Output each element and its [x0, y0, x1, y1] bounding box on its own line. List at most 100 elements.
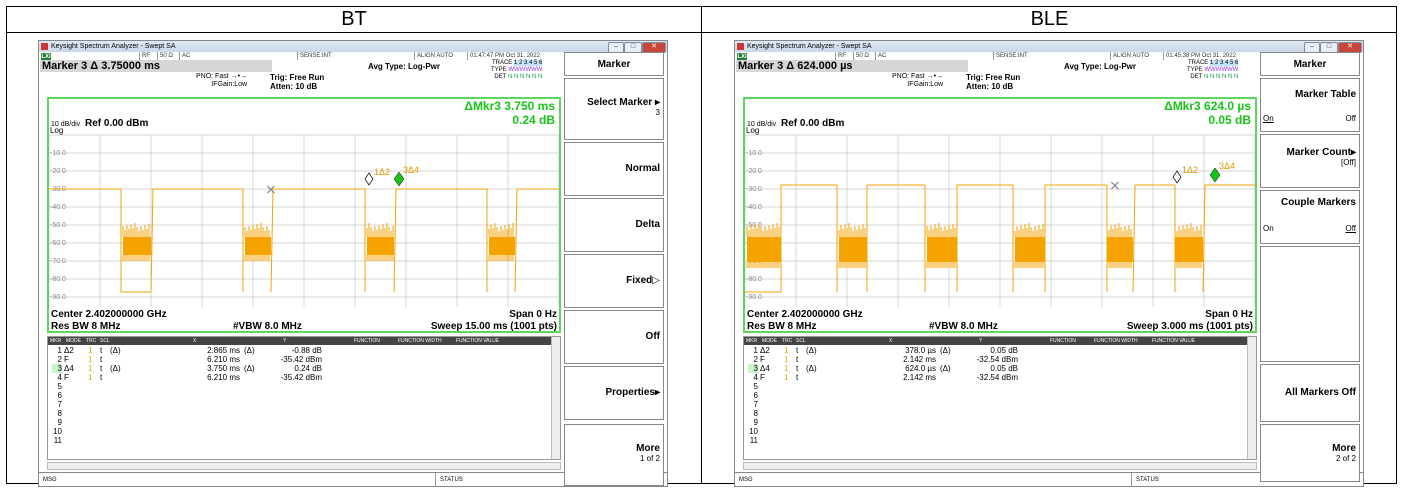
y-tick: -60.0 [50, 240, 66, 247]
table-row[interactable]: 9 [744, 418, 1249, 427]
table-row[interactable]: 6 [744, 391, 1249, 400]
y-tick: -10.0 [746, 150, 762, 157]
marker-1-icon[interactable] [364, 172, 374, 186]
row-x: 2.865 ms [207, 346, 240, 355]
active-marker-title[interactable]: Marker 3 Δ 3.75000 ms [40, 60, 272, 72]
row-trace: 1 [88, 373, 93, 382]
softkey-label: Select Marker [587, 97, 653, 108]
col-header: MODE [762, 338, 777, 344]
window-title: Keysight Spectrum Analyzer - Swept SA [51, 43, 176, 50]
empty-softkey[interactable] [1260, 246, 1360, 362]
marker-count-softkey[interactable]: Marker Count▸ [Off] [1260, 134, 1360, 188]
table-row[interactable]: 9 [48, 418, 553, 427]
trace-burst [1015, 237, 1045, 262]
ifgain-label: IFGain:Low [211, 81, 248, 88]
log-label: Log [746, 127, 759, 135]
row-mode: Δ2 [760, 346, 770, 355]
delta-softkey[interactable]: Delta [564, 198, 664, 252]
table-row[interactable]: 2 F 1 t 2.142 ms -32.54 dBm [744, 355, 1249, 364]
col-header: TRC [86, 338, 97, 344]
table-row[interactable]: 10 [48, 427, 553, 436]
title-bar: Keysight Spectrum Analyzer - Swept SA – □ ✕ [39, 41, 667, 53]
trace-burst [367, 237, 394, 255]
softkey-label: Properties [605, 387, 655, 398]
table-row[interactable]: 5 [744, 382, 1249, 391]
table-row[interactable]: 8 [744, 409, 1249, 418]
table-row[interactable]: 7 [48, 400, 553, 409]
table-scrollbar[interactable] [551, 337, 560, 459]
col-header: FUNCTION [1050, 338, 1076, 344]
marker-table-softkey[interactable]: Marker Table On Off [1260, 78, 1360, 132]
datetime: 01:45:38 PM Oct 31, 2022 [1163, 52, 1236, 60]
table-row[interactable]: 2 F 1 t 6.210 ms -35.42 dBm [48, 355, 553, 364]
atten-label: Atten: 10 dB [270, 82, 318, 91]
span: Span 0 Hz [1205, 309, 1253, 320]
more-softkey[interactable]: More 2 of 2 [1260, 424, 1360, 482]
properties-softkey[interactable]: Properties▸ [564, 366, 664, 420]
table-row[interactable]: 3 Δ4 1 t (Δ) 3.750 ms (Δ) 0.24 dB [48, 364, 553, 373]
y-tick: -70.0 [50, 258, 66, 265]
ifgain-label: IFGain:Low [907, 81, 944, 88]
trigger-label: Trig: Free Run [270, 73, 325, 82]
table-row[interactable]: 10 [744, 427, 1249, 436]
column-divider [701, 6, 702, 484]
horizontal-scrollbar[interactable] [47, 462, 561, 470]
row-trace: 1 [88, 364, 93, 373]
fixed-marker-icon[interactable]: ⨯ [265, 181, 277, 197]
table-row[interactable]: 3 Δ4 1 t (Δ) 624.0 µs (Δ) 0.05 dB [744, 364, 1249, 373]
coupling-label: AC [875, 52, 886, 60]
row-y: -32.54 dBm [976, 373, 1018, 382]
normal-softkey[interactable]: Normal [564, 142, 664, 196]
table-row[interactable]: 7 [744, 400, 1249, 409]
fixed-softkey[interactable]: Fixed▷ [564, 254, 664, 308]
trace-burst [927, 237, 957, 262]
marker-table-header: MKR MODE TRC SCL X Y FUNCTION FUNCTION WIDTH FUN… [48, 337, 553, 345]
table-row[interactable]: 11 [48, 436, 553, 445]
all-markers-off-softkey[interactable]: All Markers Off [1260, 364, 1360, 422]
row-x: 378.0 µs [905, 346, 936, 355]
status-label: STATUS [435, 473, 463, 486]
col-header: FUNCTION [354, 338, 380, 344]
type-label: TYPE [1187, 67, 1203, 73]
marker-1-label: 1Δ2 [1182, 165, 1198, 175]
trace-label: TRACE [491, 60, 513, 66]
row-scale: t [796, 373, 799, 382]
y-tick: -90.0 [50, 294, 66, 301]
table-row[interactable]: 5 [48, 382, 553, 391]
select-marker-softkey[interactable]: Select Marker ▸ 3 [564, 78, 664, 140]
fixed-marker-icon[interactable]: ⨯ [1109, 177, 1121, 193]
table-row[interactable]: 1 Δ2 1 t (Δ) 378.0 µs (Δ) 0.05 dB [744, 346, 1249, 355]
row-trace: 1 [88, 355, 93, 364]
more-softkey[interactable]: More 1 of 2 [564, 424, 664, 486]
row-scale: t [796, 355, 799, 364]
table-row[interactable]: 6 [48, 391, 553, 400]
couple-markers-softkey[interactable]: Couple Markers On Off [1260, 190, 1360, 244]
y-tick: -30.0 [746, 186, 762, 193]
row-number: 2 [753, 355, 758, 364]
table-row[interactable]: 1 Δ2 1 t (Δ) 2.865 ms (Δ) -0.88 dB [48, 346, 553, 355]
span: Span 0 Hz [509, 309, 557, 320]
row-mode: Δ2 [64, 346, 74, 355]
softkey-sub: 2 of 2 [1335, 454, 1356, 463]
title-bar: Keysight Spectrum Analyzer - Swept SA – □ ✕ [735, 41, 1363, 53]
align-label: ALIGN AUTO [414, 52, 453, 60]
row-number: 4 [57, 373, 62, 382]
off-softkey[interactable]: Off [564, 310, 664, 364]
col-header: X [193, 338, 197, 344]
active-marker-title[interactable]: Marker 3 Δ 624.000 µs [736, 60, 968, 72]
row-x-unit: (Δ) [940, 364, 951, 373]
trace-display: ΔMkr3 624.0 µs 0.05 dB 10 dB/div Ref 0.00 d… [743, 97, 1257, 333]
type-label: TYPE [491, 67, 507, 73]
table-scrollbar[interactable] [1247, 337, 1256, 459]
table-row[interactable]: 8 [48, 409, 553, 418]
table-row[interactable]: 4 F 1 t 6.210 ms -35.42 dBm [48, 373, 553, 382]
table-row[interactable]: 11 [744, 436, 1249, 445]
table-row[interactable]: 4 F 1 t 2.142 ms -32.54 dBm [744, 373, 1249, 382]
row-x-unit: (Δ) [940, 346, 951, 355]
row-number: 1 [57, 346, 62, 355]
settings-panel: LXI RF 50 Ω AC SENSE:INT ALIGN AUTO 01:47:47 P… [39, 52, 563, 94]
marker-1-icon[interactable] [1172, 170, 1182, 184]
column-header-ble: BLE [702, 6, 1397, 33]
trace-segment [780, 184, 838, 292]
horizontal-scrollbar[interactable] [743, 462, 1257, 470]
